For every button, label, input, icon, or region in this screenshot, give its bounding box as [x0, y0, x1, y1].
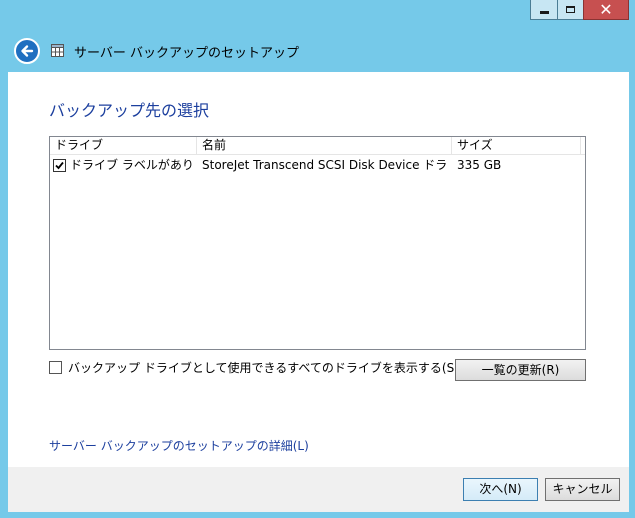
- show-all-drives-label[interactable]: バックアップ ドライブとして使用できるすべてのドライブを表示する(S): [68, 359, 459, 376]
- destination-disk-list[interactable]: ドライブ 名前 サイズ ドライブ ラベルがありま... StoreJet Tra…: [49, 136, 586, 350]
- show-all-drives-checkbox[interactable]: [49, 361, 62, 374]
- maximize-icon: [566, 6, 575, 13]
- minimize-button[interactable]: [530, 0, 557, 20]
- next-button[interactable]: 次へ(N): [463, 478, 538, 501]
- back-button[interactable]: [14, 38, 40, 64]
- setup-details-link[interactable]: サーバー バックアップのセットアップの詳細(L): [49, 437, 309, 454]
- show-all-drives-option[interactable]: バックアップ ドライブとして使用できるすべてのドライブを表示する(S): [49, 359, 459, 376]
- maximize-button[interactable]: [557, 0, 583, 20]
- content-panel: バックアップ先の選択 ドライブ 名前 サイズ ドライブ ラベルがありま... S…: [8, 72, 629, 467]
- drive-label: ドライブ ラベルがありま...: [70, 158, 196, 172]
- column-header-size[interactable]: サイズ: [452, 137, 581, 155]
- column-header-name[interactable]: 名前: [197, 137, 452, 155]
- close-icon: ✕: [599, 0, 613, 19]
- disk-size: 335 GB: [457, 158, 502, 172]
- refresh-list-button[interactable]: 一覧の更新(R): [455, 359, 586, 381]
- list-row[interactable]: ドライブ ラベルがありま... StoreJet Transcend SCSI …: [50, 155, 585, 175]
- backup-app-icon: [51, 44, 64, 57]
- footer-bar: 次へ(N) キャンセル: [8, 467, 629, 512]
- back-arrow-icon: [21, 45, 34, 57]
- cancel-button[interactable]: キャンセル: [545, 478, 620, 501]
- column-header-drive[interactable]: ドライブ: [50, 137, 197, 155]
- disk-name: StoreJet Transcend SCSI Disk Device ドライブ…: [202, 158, 447, 172]
- drive-cell: ドライブ ラベルがありま...: [53, 155, 196, 175]
- checkmark-icon: [55, 161, 64, 169]
- disk-select-checkbox[interactable]: [53, 158, 66, 172]
- close-button[interactable]: ✕: [583, 0, 629, 20]
- window-title: サーバー バックアップのセットアップ: [74, 46, 300, 61]
- list-header: ドライブ 名前 サイズ: [50, 137, 585, 155]
- page-heading: バックアップ先の選択: [49, 101, 210, 120]
- minimize-icon: [539, 11, 549, 14]
- wizard-window: ✕ サーバー バックアップのセットアップ バックアップ先の選択 ドライブ 名前 …: [0, 0, 635, 518]
